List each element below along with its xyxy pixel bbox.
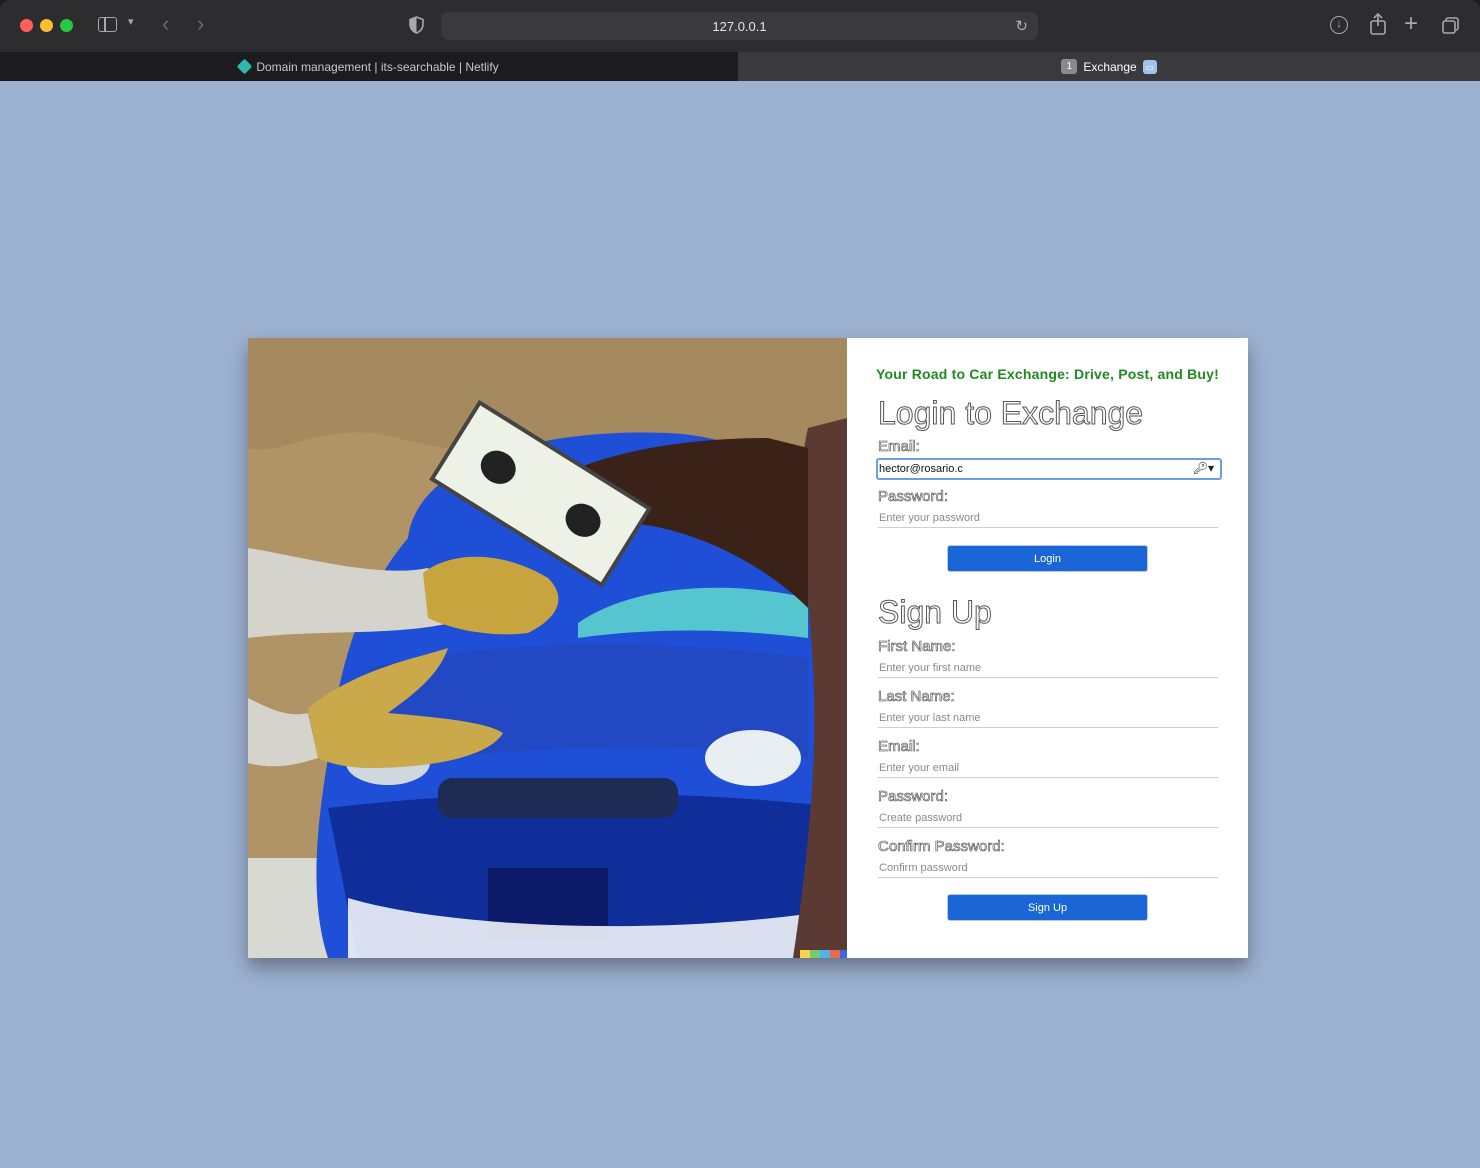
sidebar-toggle-icon[interactable] — [98, 17, 117, 32]
back-arrow-icon[interactable]: ‹ — [162, 13, 169, 35]
login-password-input[interactable] — [878, 508, 1218, 528]
zoom-window-button[interactable] — [60, 19, 73, 32]
login-email-label: Email: — [878, 438, 920, 456]
signup-password-label: Password: — [878, 788, 949, 806]
login-email-field[interactable]: 🔑︎▾ — [876, 458, 1222, 480]
tab-netlify[interactable]: Domain management | its-searchable | Net… — [0, 52, 738, 81]
password-key-icon[interactable]: 🔑︎▾ — [1193, 461, 1214, 475]
login-email-input[interactable] — [879, 460, 1194, 478]
chevron-down-icon[interactable]: ▾ — [128, 17, 134, 28]
privacy-shield-icon[interactable] — [409, 16, 424, 34]
tagline: Your Road to Car Exchange: Drive, Post, … — [875, 366, 1220, 382]
form-panel: Your Road to Car Exchange: Drive, Post, … — [847, 338, 1248, 958]
download-icon[interactable]: ↓ — [1330, 16, 1348, 34]
tab-overview-icon[interactable] — [1442, 17, 1459, 34]
login-title: Login to Exchange — [877, 395, 1144, 432]
tab-label: Domain management | its-searchable | Net… — [256, 59, 499, 74]
tab-status-icon: ▭ — [1142, 59, 1157, 74]
signup-button[interactable]: Sign Up — [947, 894, 1148, 921]
confirm-password-label: Confirm Password: — [878, 838, 1005, 856]
last-name-label: Last Name: — [878, 688, 955, 706]
login-password-label: Password: — [878, 488, 949, 506]
tab-label: Exchange — [1083, 59, 1137, 74]
tab-count-badge: 1 — [1061, 59, 1078, 74]
signup-title: Sign Up — [878, 594, 993, 631]
forward-arrow-icon[interactable]: › — [197, 13, 204, 35]
tab-exchange[interactable]: 1 Exchange ▭ — [738, 52, 1480, 81]
minimize-window-button[interactable] — [40, 19, 53, 32]
page-background: Your Road to Car Exchange: Drive, Post, … — [0, 81, 1480, 1168]
signup-email-input[interactable] — [878, 758, 1218, 778]
tab-strip: Domain management | its-searchable | Net… — [0, 52, 1480, 81]
reload-icon[interactable]: ↻ — [1015, 17, 1028, 35]
url-text: 127.0.0.1 — [712, 19, 767, 34]
address-bar[interactable]: 127.0.0.1 ↻ — [441, 12, 1038, 40]
signup-password-input[interactable] — [878, 808, 1218, 828]
first-name-input[interactable] — [878, 658, 1218, 678]
last-name-input[interactable] — [878, 708, 1218, 728]
login-button[interactable]: Login — [947, 545, 1148, 572]
browser-toolbar: ▾ ‹ › 127.0.0.1 ↻ ↓ + — [0, 0, 1480, 52]
first-name-label: First Name: — [878, 638, 956, 656]
signup-email-label: Email: — [878, 738, 920, 756]
confirm-password-input[interactable] — [878, 858, 1218, 878]
new-tab-plus-icon[interactable]: + — [1404, 12, 1418, 36]
netlify-icon — [237, 58, 253, 75]
close-window-button[interactable] — [20, 19, 33, 32]
share-icon[interactable] — [1369, 13, 1387, 35]
hero-image — [248, 338, 847, 958]
auth-card: Your Road to Car Exchange: Drive, Post, … — [248, 338, 1248, 958]
